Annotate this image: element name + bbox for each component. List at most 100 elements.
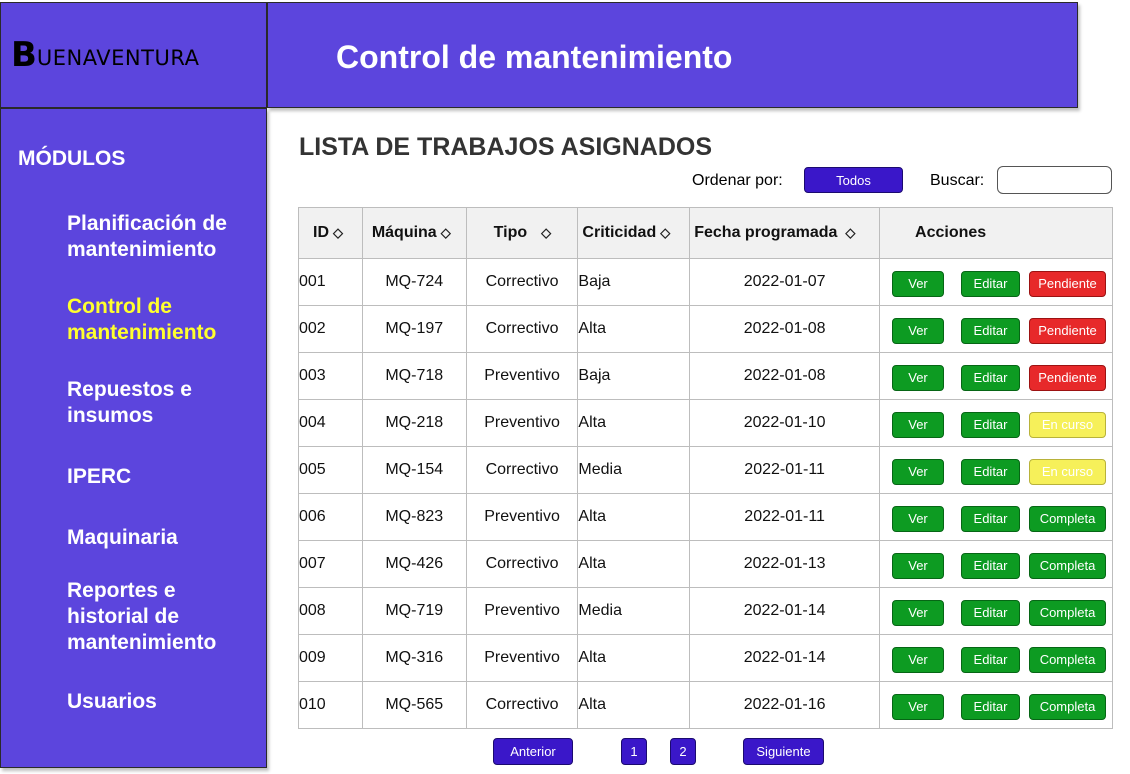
cell-id: 010 bbox=[298, 681, 363, 729]
sidebar-item-maquinaria[interactable]: Maquinaria bbox=[67, 525, 262, 551]
view-button[interactable]: Ver bbox=[892, 552, 945, 579]
page-2-button[interactable]: 2 bbox=[670, 738, 696, 765]
col-header-label: ID bbox=[313, 224, 329, 241]
cell-date: 2022-01-07 bbox=[689, 258, 881, 306]
table-row: 010 MQ-565 Correctivo Alta 2022-01-16 Ver Edit… bbox=[298, 681, 1113, 729]
header-bar: Control de mantenimiento bbox=[267, 2, 1078, 108]
cell-actions: Ver Editar Completa bbox=[879, 493, 1113, 541]
col-header-label: Acciones bbox=[915, 224, 987, 241]
view-button[interactable]: Ver bbox=[892, 646, 945, 673]
edit-button[interactable]: Editar bbox=[961, 552, 1021, 579]
cell-actions: Ver Editar Completa bbox=[879, 634, 1113, 682]
search-label: Buscar: bbox=[930, 172, 985, 189]
status-badge[interactable]: Completa bbox=[1029, 599, 1107, 626]
row-actions: Ver Editar Pendiente bbox=[880, 315, 1112, 344]
sidebar-item-planificacion[interactable]: Planificación de mantenimiento bbox=[67, 211, 262, 263]
table-row: 002 MQ-197 Correctivo Alta 2022-01-08 Ver Edit… bbox=[298, 305, 1113, 353]
cell-id: 007 bbox=[298, 540, 363, 588]
cell-actions: Ver Editar En curso bbox=[879, 446, 1113, 494]
cell-type: Preventivo bbox=[465, 493, 579, 541]
status-badge[interactable]: Pendiente bbox=[1029, 317, 1107, 344]
edit-button[interactable]: Editar bbox=[961, 364, 1021, 391]
cell-type: Preventivo bbox=[465, 587, 579, 635]
cell-machine: MQ-154 bbox=[361, 446, 467, 494]
table-row: 005 MQ-154 Correctivo Media 2022-01-11 Ver Edi… bbox=[298, 446, 1113, 494]
col-header-id[interactable]: ID ◇ bbox=[298, 207, 363, 259]
section-title: LISTA DE TRABAJOS ASIGNADOS bbox=[299, 133, 712, 161]
status-badge[interactable]: En curso bbox=[1029, 458, 1107, 485]
sidebar-item-control[interactable]: Control de mantenimiento bbox=[67, 294, 262, 346]
edit-button[interactable]: Editar bbox=[961, 505, 1021, 532]
cell-actions: Ver Editar Pendiente bbox=[879, 305, 1113, 353]
row-actions: Ver Editar Completa bbox=[880, 550, 1112, 579]
edit-button[interactable]: Editar bbox=[961, 458, 1021, 485]
row-actions: Ver Editar Pendiente bbox=[880, 362, 1112, 391]
sidebar-item-reportes[interactable]: Reportes e historial de mantenimiento bbox=[67, 578, 262, 656]
search-input[interactable] bbox=[997, 166, 1112, 194]
status-badge[interactable]: Pendiente bbox=[1029, 364, 1107, 391]
view-button[interactable]: Ver bbox=[892, 364, 945, 391]
cell-actions: Ver Editar Completa bbox=[879, 587, 1113, 635]
edit-button[interactable]: Editar bbox=[961, 411, 1021, 438]
cell-type: Correctivo bbox=[465, 305, 579, 353]
table-body: 001 MQ-724 Correctivo Baja 2022-01-07 Ver Edit… bbox=[298, 258, 1113, 729]
col-header-label: Tipo bbox=[493, 224, 528, 241]
cell-actions: Ver Editar Pendiente bbox=[879, 258, 1113, 306]
prev-page-button[interactable]: Anterior bbox=[493, 738, 573, 765]
col-header-date[interactable]: Fecha programada ◇ bbox=[689, 207, 881, 259]
sort-toggle-icon[interactable]: ◇ bbox=[845, 225, 855, 241]
status-badge[interactable]: Completa bbox=[1029, 693, 1107, 720]
status-badge[interactable]: Completa bbox=[1029, 646, 1107, 673]
row-actions: Ver Editar Completa bbox=[880, 503, 1112, 532]
edit-button[interactable]: Editar bbox=[961, 693, 1021, 720]
cell-machine: MQ-565 bbox=[361, 681, 467, 729]
sort-toggle-icon[interactable]: ◇ bbox=[660, 225, 670, 241]
sort-toggle-icon[interactable]: ◇ bbox=[541, 225, 551, 241]
status-badge[interactable]: En curso bbox=[1029, 411, 1107, 438]
view-button[interactable]: Ver bbox=[892, 458, 945, 485]
col-header-criticality[interactable]: Criticidad ◇ bbox=[577, 207, 691, 259]
row-actions: Ver Editar Completa bbox=[880, 644, 1112, 673]
sort-all-button[interactable]: Todos bbox=[804, 167, 903, 193]
jobs-table: ID ◇ Máquina ◇ Tipo ◇ Criticidad ◇ Fecha… bbox=[298, 207, 1113, 729]
edit-button[interactable]: Editar bbox=[961, 317, 1021, 344]
cell-id: 008 bbox=[298, 587, 363, 635]
table-row: 007 MQ-426 Correctivo Alta 2022-01-13 Ver Edit… bbox=[298, 540, 1113, 588]
col-header-machine[interactable]: Máquina ◇ bbox=[361, 207, 467, 259]
status-badge[interactable]: Completa bbox=[1029, 505, 1107, 532]
cell-type: Correctivo bbox=[465, 540, 579, 588]
view-button[interactable]: Ver bbox=[892, 599, 945, 626]
view-button[interactable]: Ver bbox=[892, 505, 945, 532]
page-title: Control de mantenimiento bbox=[336, 39, 733, 75]
sidebar-item-usuarios[interactable]: Usuarios bbox=[67, 689, 262, 715]
sidebar-item-iperc[interactable]: IPERC bbox=[67, 464, 262, 490]
view-button[interactable]: Ver bbox=[892, 270, 945, 297]
col-header-actions: Acciones bbox=[879, 207, 1113, 259]
edit-button[interactable]: Editar bbox=[961, 270, 1021, 297]
sort-toggle-icon[interactable]: ◇ bbox=[333, 225, 343, 241]
table-row: 003 MQ-718 Preventivo Baja 2022-01-08 Ver Edit… bbox=[298, 352, 1113, 400]
status-badge[interactable]: Pendiente bbox=[1029, 270, 1107, 297]
cell-criticality: Baja bbox=[577, 258, 691, 306]
status-badge[interactable]: Completa bbox=[1029, 552, 1107, 579]
edit-button[interactable]: Editar bbox=[961, 646, 1021, 673]
view-button[interactable]: Ver bbox=[892, 317, 945, 344]
page-1-button[interactable]: 1 bbox=[621, 738, 647, 765]
cell-actions: Ver Editar En curso bbox=[879, 399, 1113, 447]
cell-machine: MQ-823 bbox=[361, 493, 467, 541]
edit-button[interactable]: Editar bbox=[961, 599, 1021, 626]
cell-date: 2022-01-14 bbox=[689, 634, 881, 682]
cell-criticality: Media bbox=[577, 587, 691, 635]
col-header-label: Criticidad bbox=[582, 224, 657, 241]
sort-toggle-icon[interactable]: ◇ bbox=[441, 225, 451, 241]
sidebar-item-repuestos[interactable]: Repuestos e insumos bbox=[67, 377, 262, 429]
view-button[interactable]: Ver bbox=[892, 693, 945, 720]
col-header-type[interactable]: Tipo ◇ bbox=[465, 207, 579, 259]
logo-initial: B bbox=[11, 35, 37, 75]
row-actions: Ver Editar Completa bbox=[880, 597, 1112, 626]
cell-date: 2022-01-14 bbox=[689, 587, 881, 635]
next-page-button[interactable]: Siguiente bbox=[743, 738, 824, 765]
cell-criticality: Alta bbox=[577, 493, 691, 541]
cell-machine: MQ-718 bbox=[361, 352, 467, 400]
view-button[interactable]: Ver bbox=[892, 411, 945, 438]
